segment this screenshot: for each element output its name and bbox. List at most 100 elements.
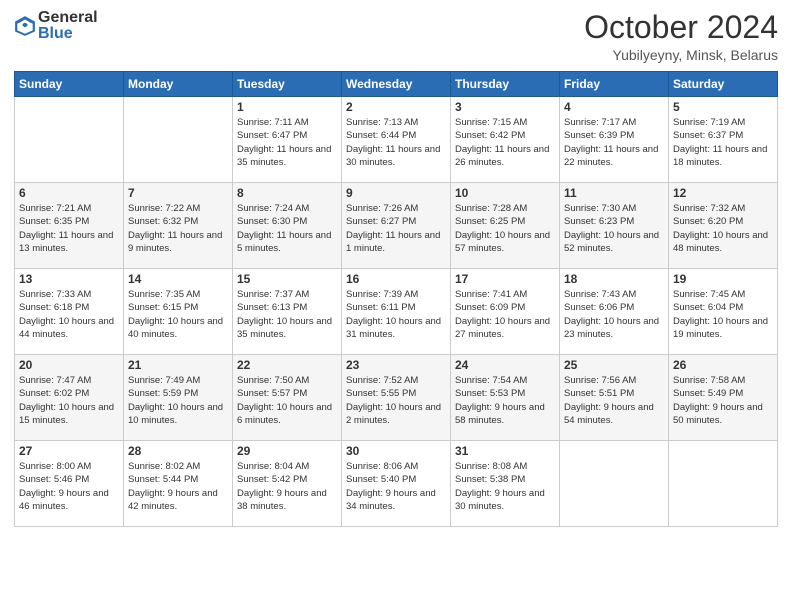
day-number: 16 — [346, 272, 446, 286]
day-info: Sunrise: 7:41 AM Sunset: 6:09 PM Dayligh… — [455, 288, 555, 341]
day-number: 9 — [346, 186, 446, 200]
month-title: October 2024 — [584, 10, 778, 45]
day-info: Sunrise: 7:22 AM Sunset: 6:32 PM Dayligh… — [128, 202, 228, 255]
title-block: October 2024 Yubilyeyny, Minsk, Belarus — [584, 10, 778, 63]
calendar-table: Sunday Monday Tuesday Wednesday Thursday… — [14, 71, 778, 527]
day-info: Sunrise: 7:43 AM Sunset: 6:06 PM Dayligh… — [564, 288, 664, 341]
day-cell-13: 11 Sunrise: 7:30 AM Sunset: 6:23 PM Dayli… — [560, 183, 669, 269]
day-info: Sunrise: 7:50 AM Sunset: 5:57 PM Dayligh… — [237, 374, 337, 427]
header-sunday: Sunday — [15, 72, 124, 97]
day-info: Sunrise: 7:30 AM Sunset: 6:23 PM Dayligh… — [564, 202, 664, 255]
day-number: 30 — [346, 444, 446, 458]
day-cell-30: 28Sunrise: 8:02 AM Sunset: 5:44 PM Dayli… — [124, 441, 233, 527]
logo-text: General Blue — [38, 10, 98, 42]
day-number: 3 — [455, 100, 555, 114]
week-row-1: 1Sunrise: 7:11 AM Sunset: 6:47 PM Daylig… — [15, 97, 778, 183]
day-cell-16: 14 Sunrise: 7:35 AM Sunset: 6:15 PM Dayli… — [124, 269, 233, 355]
day-cell-6: 4Sunrise: 7:17 AM Sunset: 6:39 PM Daylig… — [560, 97, 669, 183]
day-cell-18: 16 Sunrise: 7:39 AM Sunset: 6:11 PM Dayli… — [342, 269, 451, 355]
day-number: 4 — [564, 100, 664, 114]
day-info: Sunrise: 7:54 AM Sunset: 5:53 PM Dayligh… — [455, 374, 555, 427]
day-info: Sunrise: 7:21 AM Sunset: 6:35 PM Dayligh… — [19, 202, 119, 255]
day-info: Sunrise: 7:13 AM Sunset: 6:44 PM Dayligh… — [346, 116, 446, 169]
day-number: 14 — [128, 272, 228, 286]
day-number: 12 — [673, 186, 773, 200]
day-info: Sunrise: 7:15 AM Sunset: 6:42 PM Dayligh… — [455, 116, 555, 169]
day-cell-29: 27Sunrise: 8:00 AM Sunset: 5:46 PM Dayli… — [15, 441, 124, 527]
day-number: 24 — [455, 358, 555, 372]
day-number: 23 — [346, 358, 446, 372]
day-number: 7 — [128, 186, 228, 200]
day-number: 18 — [564, 272, 664, 286]
header-thursday: Thursday — [451, 72, 560, 97]
day-number: 15 — [237, 272, 337, 286]
day-number: 13 — [19, 272, 119, 286]
day-info: Sunrise: 7:19 AM Sunset: 6:37 PM Dayligh… — [673, 116, 773, 169]
day-info: Sunrise: 7:52 AM Sunset: 5:55 PM Dayligh… — [346, 374, 446, 427]
day-cell-7: 5 Sunrise: 7:19 AM Sunset: 6:37 PM Daylig… — [669, 97, 778, 183]
day-number: 2 — [346, 100, 446, 114]
day-number: 21 — [128, 358, 228, 372]
day-cell-20: 18 Sunrise: 7:43 AM Sunset: 6:06 PM Dayli… — [560, 269, 669, 355]
day-number: 28 — [128, 444, 228, 458]
day-cell-3: 1Sunrise: 7:11 AM Sunset: 6:47 PM Daylig… — [233, 97, 342, 183]
day-cell-34 — [560, 441, 669, 527]
day-info: Sunrise: 7:45 AM Sunset: 6:04 PM Dayligh… — [673, 288, 773, 341]
day-number: 22 — [237, 358, 337, 372]
page: General Blue October 2024 Yubilyeyny, Mi… — [0, 0, 792, 612]
day-cell-11: 9Sunrise: 7:26 AM Sunset: 6:27 PM Daylig… — [342, 183, 451, 269]
header-wednesday: Wednesday — [342, 72, 451, 97]
day-cell-19: 17 Sunrise: 7:41 AM Sunset: 6:09 PM Dayli… — [451, 269, 560, 355]
day-cell-26: 24 Sunrise: 7:54 AM Sunset: 5:53 PM Dayli… — [451, 355, 560, 441]
day-cell-8: 6 Sunrise: 7:21 AM Sunset: 6:35 PM Daylig… — [15, 183, 124, 269]
header: General Blue October 2024 Yubilyeyny, Mi… — [14, 10, 778, 63]
day-info: Sunrise: 7:11 AM Sunset: 6:47 PM Dayligh… — [237, 116, 337, 169]
day-number: 11 — [564, 186, 664, 200]
day-cell-14: 12 Sunrise: 7:32 AM Sunset: 6:20 PM Dayli… — [669, 183, 778, 269]
day-cell-1 — [15, 97, 124, 183]
week-row-4: 20Sunrise: 7:47 AM Sunset: 6:02 PM Dayli… — [15, 355, 778, 441]
day-info: Sunrise: 7:32 AM Sunset: 6:20 PM Dayligh… — [673, 202, 773, 255]
day-cell-35 — [669, 441, 778, 527]
day-info: Sunrise: 7:39 AM Sunset: 6:11 PM Dayligh… — [346, 288, 446, 341]
day-info: Sunrise: 8:00 AM Sunset: 5:46 PM Dayligh… — [19, 460, 119, 513]
day-info: Sunrise: 7:58 AM Sunset: 5:49 PM Dayligh… — [673, 374, 773, 427]
day-number: 10 — [455, 186, 555, 200]
day-info: Sunrise: 7:35 AM Sunset: 6:15 PM Dayligh… — [128, 288, 228, 341]
day-cell-33: 31 Sunrise: 8:08 AM Sunset: 5:38 PM Dayli… — [451, 441, 560, 527]
header-tuesday: Tuesday — [233, 72, 342, 97]
day-cell-17: 15 Sunrise: 7:37 AM Sunset: 6:13 PM Dayli… — [233, 269, 342, 355]
day-info: Sunrise: 8:08 AM Sunset: 5:38 PM Dayligh… — [455, 460, 555, 513]
day-number: 6 — [19, 186, 119, 200]
logo: General Blue — [14, 10, 98, 42]
day-number: 25 — [564, 358, 664, 372]
day-info: Sunrise: 7:24 AM Sunset: 6:30 PM Dayligh… — [237, 202, 337, 255]
day-number: 17 — [455, 272, 555, 286]
day-cell-28: 26 Sunrise: 7:58 AM Sunset: 5:49 PM Dayli… — [669, 355, 778, 441]
day-cell-15: 13 Sunrise: 7:33 AM Sunset: 6:18 PM Dayli… — [15, 269, 124, 355]
header-monday: Monday — [124, 72, 233, 97]
day-cell-31: 29 Sunrise: 8:04 AM Sunset: 5:42 PM Dayli… — [233, 441, 342, 527]
day-cell-4: 2 Sunrise: 7:13 AM Sunset: 6:44 PM Daylig… — [342, 97, 451, 183]
day-cell-9: 7 Sunrise: 7:22 AM Sunset: 6:32 PM Daylig… — [124, 183, 233, 269]
day-number: 26 — [673, 358, 773, 372]
logo-blue-text: Blue — [38, 26, 98, 42]
day-info: Sunrise: 7:37 AM Sunset: 6:13 PM Dayligh… — [237, 288, 337, 341]
day-cell-5: 3 Sunrise: 7:15 AM Sunset: 6:42 PM Daylig… — [451, 97, 560, 183]
day-number: 5 — [673, 100, 773, 114]
weekday-header-row: Sunday Monday Tuesday Wednesday Thursday… — [15, 72, 778, 97]
week-row-2: 6 Sunrise: 7:21 AM Sunset: 6:35 PM Daylig… — [15, 183, 778, 269]
day-info: Sunrise: 8:04 AM Sunset: 5:42 PM Dayligh… — [237, 460, 337, 513]
location: Yubilyeyny, Minsk, Belarus — [584, 47, 778, 63]
day-cell-2 — [124, 97, 233, 183]
day-cell-27: 25Sunrise: 7:56 AM Sunset: 5:51 PM Dayli… — [560, 355, 669, 441]
header-saturday: Saturday — [669, 72, 778, 97]
week-row-3: 13 Sunrise: 7:33 AM Sunset: 6:18 PM Dayli… — [15, 269, 778, 355]
day-info: Sunrise: 8:06 AM Sunset: 5:40 PM Dayligh… — [346, 460, 446, 513]
day-info: Sunrise: 7:47 AM Sunset: 6:02 PM Dayligh… — [19, 374, 119, 427]
day-number: 29 — [237, 444, 337, 458]
day-number: 31 — [455, 444, 555, 458]
day-number: 8 — [237, 186, 337, 200]
day-cell-32: 30 Sunrise: 8:06 AM Sunset: 5:40 PM Dayli… — [342, 441, 451, 527]
day-info: Sunrise: 7:33 AM Sunset: 6:18 PM Dayligh… — [19, 288, 119, 341]
